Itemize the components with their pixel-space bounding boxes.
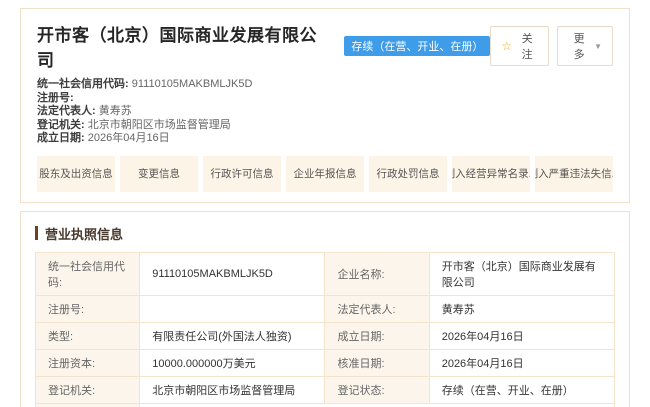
field-label: 类型:: [36, 322, 140, 349]
section-title: 营业执照信息: [45, 224, 123, 243]
company-header-top: 开市客（北京）国际商业发展有限公司 存续（在营、开业、在册） ☆ 关注 更多 ▼: [37, 21, 613, 71]
table-row-address: 住所: 北京市朝阳区光华路15号院2号楼3层301室A27: [36, 403, 615, 407]
info-label: 法定代表人:: [37, 105, 96, 117]
field-value: 开市客（北京）国际商业发展有限公司: [429, 252, 614, 295]
field-value: 有限责任公司(外国法人独资): [140, 322, 325, 349]
field-label: 登记状态:: [325, 376, 429, 403]
info-line-legal-rep: 法定代表人: 黄寿苏: [37, 105, 613, 119]
tab-admin-penalty[interactable]: 行政处罚信息: [369, 156, 447, 192]
header-actions: ☆ 关注 更多 ▼: [490, 26, 613, 66]
more-button-label: 更多: [568, 30, 590, 62]
field-value: 北京市朝阳区光华路15号院2号楼3层301室A27: [140, 403, 615, 407]
field-value: 存续（在营、开业、在册）: [429, 376, 614, 403]
tab-annual-report[interactable]: 企业年报信息: [286, 156, 364, 192]
field-label: 统一社会信用代码:: [36, 252, 140, 295]
field-label: 登记机关:: [36, 376, 140, 403]
table-row: 类型: 有限责任公司(外国法人独资) 成立日期: 2026年04月16日: [36, 322, 615, 349]
status-badge: 存续（在营、开业、在册）: [344, 36, 490, 56]
company-name-title: 开市客（北京）国际商业发展有限公司: [37, 21, 334, 71]
field-label: 核准日期:: [325, 349, 429, 376]
tab-admin-license[interactable]: 行政许可信息: [203, 156, 281, 192]
field-label: 注册号:: [36, 295, 140, 322]
field-label: 企业名称:: [325, 252, 429, 295]
field-label: 成立日期:: [325, 322, 429, 349]
field-label: 住所:: [36, 403, 140, 407]
section-header: 营业执照信息: [35, 224, 615, 243]
table-row: 注册资本: 10000.000000万美元 核准日期: 2026年04月16日: [36, 349, 615, 376]
info-value: 黄寿苏: [99, 105, 132, 117]
field-value: 2026年04月16日: [429, 349, 614, 376]
tab-serious-violation[interactable]: 列入严重违法失信...: [535, 156, 613, 192]
info-label: 成立日期:: [37, 132, 85, 144]
field-label: 法定代表人:: [325, 295, 429, 322]
chevron-down-icon: ▼: [594, 42, 602, 51]
info-value: 北京市朝阳区市场监督管理局: [88, 119, 231, 131]
info-line-reg-number: 注册号:: [37, 92, 613, 106]
info-label: 统一社会信用代码:: [37, 78, 129, 90]
info-label: 登记机关:: [37, 119, 85, 131]
info-value: 2026年04月16日: [88, 132, 170, 144]
info-line-established-date: 成立日期: 2026年04月16日: [37, 132, 613, 146]
page: 开市客（北京）国际商业发展有限公司 存续（在营、开业、在册） ☆ 关注 更多 ▼…: [0, 8, 650, 407]
table-row: 登记机关: 北京市朝阳区市场监督管理局 登记状态: 存续（在营、开业、在册）: [36, 376, 615, 403]
company-info-lines: 统一社会信用代码: 91110105MAKBMLJK5D 注册号: 法定代表人:…: [37, 78, 613, 146]
table-row: 统一社会信用代码: 91110105MAKBMLJK5D 企业名称: 开市客（北…: [36, 252, 615, 295]
star-icon: ☆: [501, 40, 512, 52]
follow-button-label: 关注: [516, 30, 538, 62]
info-line-credit-code: 统一社会信用代码: 91110105MAKBMLJK5D: [37, 78, 613, 92]
info-value: 91110105MAKBMLJK5D: [132, 78, 253, 90]
field-value: 2026年04月16日: [429, 322, 614, 349]
field-value: [140, 295, 325, 322]
field-value: 91110105MAKBMLJK5D: [140, 252, 325, 295]
tab-shareholders[interactable]: 股东及出资信息: [37, 156, 115, 192]
tab-abnormal-list[interactable]: 列入经营异常名录...: [452, 156, 530, 192]
section-accent-bar: [35, 226, 38, 240]
follow-button[interactable]: ☆ 关注: [490, 26, 549, 66]
field-value: 北京市朝阳区市场监督管理局: [140, 376, 325, 403]
tab-changes[interactable]: 变更信息: [120, 156, 198, 192]
license-table: 统一社会信用代码: 91110105MAKBMLJK5D 企业名称: 开市客（北…: [35, 252, 615, 407]
table-row: 注册号: 法定代表人: 黄寿苏: [36, 295, 615, 322]
info-tabs: 股东及出资信息 变更信息 行政许可信息 企业年报信息 行政处罚信息 列入经营异常…: [37, 156, 613, 192]
field-value: 黄寿苏: [429, 295, 614, 322]
field-label: 注册资本:: [36, 349, 140, 376]
field-value: 10000.000000万美元: [140, 349, 325, 376]
info-line-reg-authority: 登记机关: 北京市朝阳区市场监督管理局: [37, 119, 613, 133]
company-header-card: 开市客（北京）国际商业发展有限公司 存续（在营、开业、在册） ☆ 关注 更多 ▼…: [20, 8, 630, 203]
info-label: 注册号:: [37, 92, 74, 104]
business-license-card: 营业执照信息 统一社会信用代码: 91110105MAKBMLJK5D 企业名称…: [20, 211, 630, 407]
more-button[interactable]: 更多 ▼: [557, 26, 613, 66]
